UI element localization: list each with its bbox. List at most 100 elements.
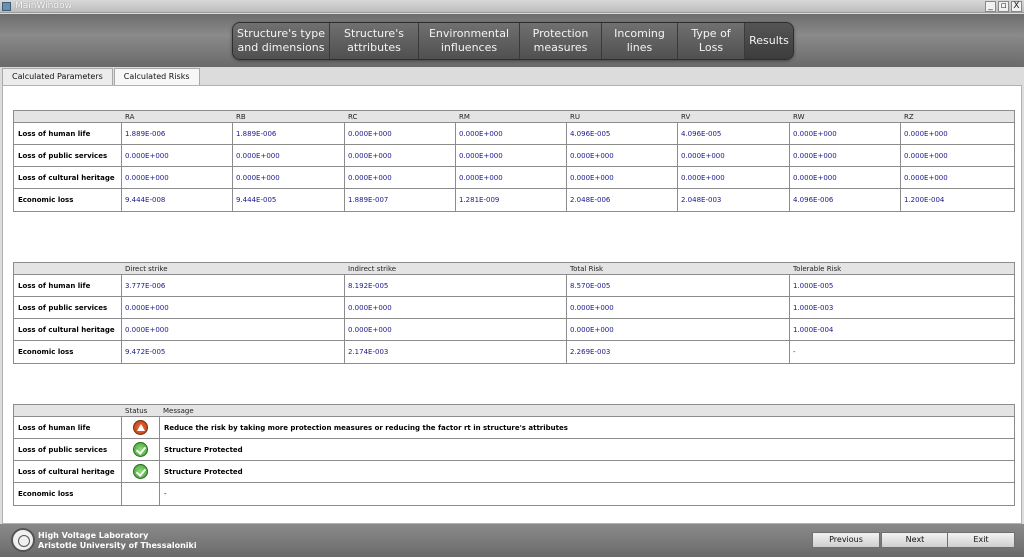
tab-calculated-risks[interactable]: Calculated Risks: [113, 68, 200, 85]
table-cell: 0.000E+000: [790, 145, 901, 166]
table-header: Status Message: [14, 405, 1014, 417]
table-row: Loss of cultural heritage 0.000E+000 0.0…: [14, 167, 1014, 189]
table-cell: 0.000E+000: [233, 145, 345, 166]
table-cell: 1.000E-003: [793, 304, 834, 312]
table-cell: 0.000E+000: [345, 167, 456, 188]
status-message: Structure Protected: [164, 468, 243, 476]
table-cell: 0.000E+000: [122, 297, 345, 318]
table-cell: 0.000E+000: [456, 123, 567, 144]
tab-structure-type[interactable]: Structure's type and dimensions: [233, 23, 330, 59]
table-cell: 2.174E-003: [345, 341, 567, 363]
row-label: Economic loss: [14, 483, 122, 505]
table-row: Economic loss 9.444E-008 9.444E-005 1.88…: [14, 189, 1014, 211]
table-cell: 8.192E-005: [345, 275, 567, 296]
table-row: Loss of public services 0.000E+000 0.000…: [14, 297, 1014, 319]
previous-button[interactable]: Previous: [812, 532, 880, 548]
table-cell: 1.889E-007: [345, 189, 456, 211]
column-header-tolerable-risk: Tolerable Risk: [793, 265, 842, 273]
row-label: Loss of cultural heritage: [14, 167, 122, 188]
check-icon: [133, 464, 148, 479]
column-header-direct-strike: Direct strike: [125, 265, 168, 273]
table-row: Economic loss 9.472E-005 2.174E-003 2.26…: [14, 341, 1014, 363]
table-cell: 0.000E+000: [456, 167, 567, 188]
column-header-status: Status: [125, 407, 148, 415]
close-button[interactable]: X: [1011, 1, 1022, 12]
row-label: Loss of cultural heritage: [14, 319, 122, 340]
column-header-message: Message: [163, 407, 194, 415]
table-cell: 0.000E+000: [567, 319, 790, 340]
row-label: Loss of human life: [14, 417, 122, 438]
table-cell: 1.889E-006: [233, 123, 345, 144]
footer-bar: High Voltage Laboratory Aristotle Univer…: [0, 524, 1024, 557]
table-cell: 0.000E+000: [567, 145, 678, 166]
table-cell: 0.000E+000: [456, 145, 567, 166]
tab-type-of-loss[interactable]: Type of Loss: [678, 23, 745, 59]
table-row: Loss of human life 3.777E-006 8.192E-005…: [14, 275, 1014, 297]
table-cell: 0.000E+000: [345, 297, 567, 318]
table-cell: 1.200E-004: [904, 196, 945, 204]
table-cell: 8.570E-005: [567, 275, 790, 296]
table-cell: 0.000E+000: [233, 167, 345, 188]
row-label: Loss of human life: [14, 123, 122, 144]
app-icon: [2, 2, 11, 11]
column-header-indirect-strike: Indirect strike: [348, 265, 397, 273]
tab-environmental-influences[interactable]: Environmental influences: [419, 23, 520, 59]
university-name: Aristotle University of Thessaloniki: [38, 541, 197, 550]
row-label: Loss of human life: [14, 275, 122, 296]
column-header-rv: RV: [681, 113, 691, 121]
column-header-rw: RW: [793, 113, 805, 121]
column-header-total-risk: Total Risk: [570, 265, 604, 273]
table-cell: 2.048E-003: [678, 189, 790, 211]
table-row: Loss of cultural heritage Structure Prot…: [14, 461, 1014, 483]
table-row: Loss of human life 1.889E-006 1.889E-006…: [14, 123, 1014, 145]
risk-components-table: RA RB RC RM RU RV RW RZ Loss of human li…: [13, 110, 1015, 212]
table-header: Direct strike Indirect strike Total Risk…: [14, 263, 1014, 275]
table-row: Loss of public services 0.000E+000 0.000…: [14, 145, 1014, 167]
tab-results[interactable]: Results: [745, 23, 793, 59]
status-message: Reduce the risk by taking more protectio…: [164, 424, 568, 432]
column-header-rb: RB: [236, 113, 246, 121]
tab-incoming-lines[interactable]: Incoming lines: [602, 23, 678, 59]
table-cell: 2.048E-006: [567, 189, 678, 211]
row-label: Loss of public services: [14, 297, 122, 318]
table-row: Loss of public services Structure Protec…: [14, 439, 1014, 461]
minimize-button[interactable]: _: [985, 1, 996, 12]
tab-protection-measures[interactable]: Protection measures: [520, 23, 602, 59]
table-cell: 0.000E+000: [904, 130, 948, 138]
table-cell: 0.000E+000: [790, 167, 901, 188]
exit-button[interactable]: Exit: [947, 532, 1015, 548]
next-button[interactable]: Next: [881, 532, 949, 548]
title-bar: MainWindow _ ▫ X: [0, 0, 1024, 13]
table-cell: 0.000E+000: [345, 319, 567, 340]
table-cell: 0.000E+000: [122, 167, 233, 188]
table-cell: 0.000E+000: [122, 145, 233, 166]
lab-name: High Voltage Laboratory: [38, 531, 149, 540]
table-cell: 4.096E-006: [790, 189, 901, 211]
tab-structure-attributes[interactable]: Structure's attributes: [330, 23, 419, 59]
row-label: Loss of cultural heritage: [14, 461, 122, 482]
status-cell: [122, 461, 160, 482]
table-row: Loss of human life Reduce the risk by ta…: [14, 417, 1014, 439]
status-table: Status Message Loss of human life Reduce…: [13, 404, 1015, 506]
maximize-button[interactable]: ▫: [998, 1, 1009, 12]
status-cell: [122, 417, 160, 438]
table-cell: 9.472E-005: [122, 341, 345, 363]
table-cell: -: [793, 348, 796, 356]
check-icon: [133, 442, 148, 457]
table-cell: 0.000E+000: [345, 145, 456, 166]
table-cell: 3.777E-006: [122, 275, 345, 296]
warning-icon: [133, 420, 148, 435]
status-cell: [122, 483, 160, 505]
table-cell: 4.096E-005: [678, 123, 790, 144]
table-row: Loss of cultural heritage 0.000E+000 0.0…: [14, 319, 1014, 341]
column-header-ra: RA: [125, 113, 135, 121]
table-cell: 0.000E+000: [678, 145, 790, 166]
table-cell: 9.444E-005: [233, 189, 345, 211]
column-header-ru: RU: [570, 113, 580, 121]
table-cell: 2.269E-003: [567, 341, 790, 363]
results-panel: RA RB RC RM RU RV RW RZ Loss of human li…: [2, 85, 1022, 524]
table-header: RA RB RC RM RU RV RW RZ: [14, 111, 1014, 123]
tab-calculated-parameters[interactable]: Calculated Parameters: [2, 68, 113, 85]
table-cell: 4.096E-005: [567, 123, 678, 144]
table-row: Economic loss -: [14, 483, 1014, 505]
